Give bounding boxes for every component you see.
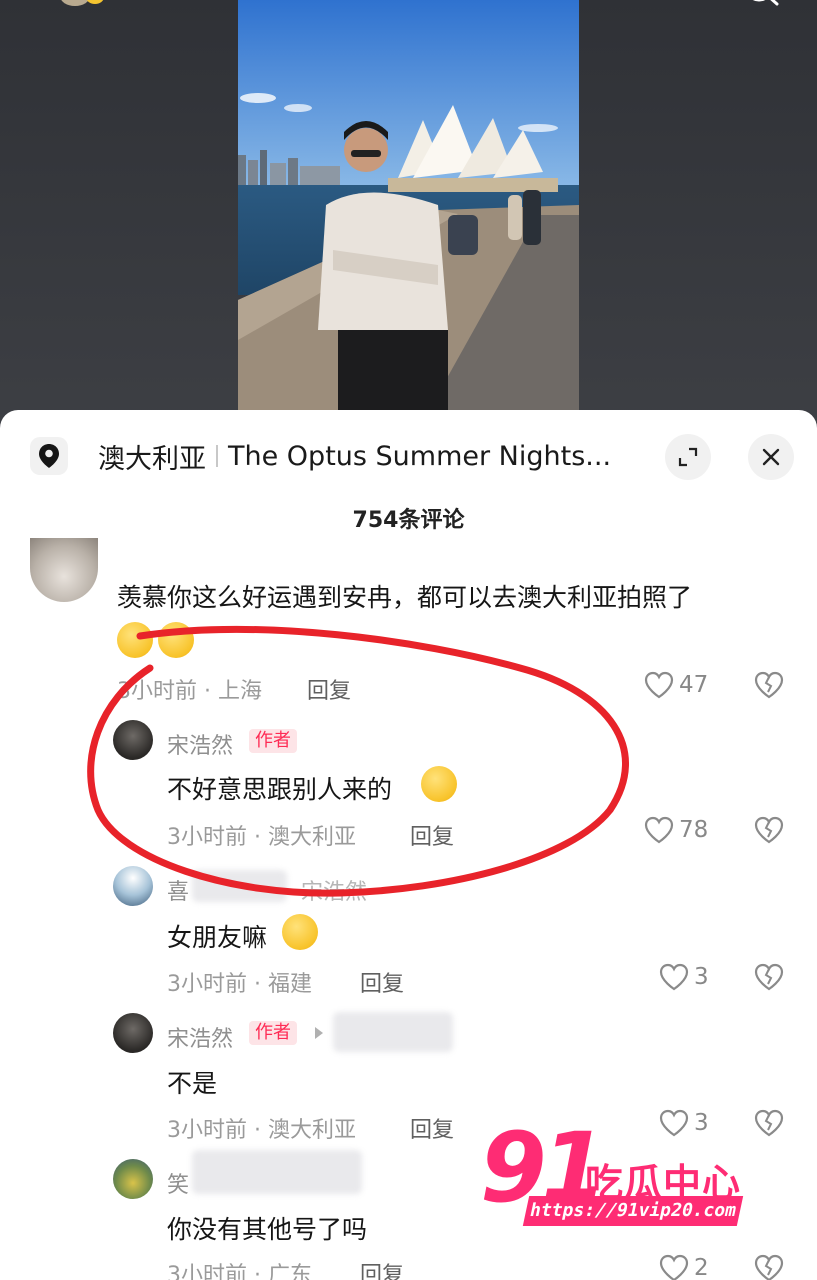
heart-icon [659,1109,689,1137]
username-partial[interactable]: 喜 [167,874,189,906]
broken-heart-icon[interactable] [753,670,785,700]
search-icon[interactable] [737,0,781,16]
blurred-username [192,870,287,902]
like-button[interactable]: 2 [658,1253,709,1280]
like-button[interactable]: 3 [658,962,709,992]
expand-button[interactable] [665,434,711,480]
close-button[interactable] [748,434,794,480]
comment-sheet: 澳大利亚 The Optus Summer Nights... 754条评论 [0,410,817,1280]
heart-icon [644,671,674,699]
location-city: 澳大利亚 [98,443,206,475]
like-count: 2 [694,1255,709,1280]
broken-heart-icon[interactable] [753,1253,785,1280]
reply-button[interactable]: 回复 [360,966,404,998]
author-badge: 作者 [249,729,297,753]
comment-meta: 3小时前 · 澳大利亚 [167,1118,356,1143]
location-separator [216,445,218,467]
comment-meta: 3小时前 · 澳大利亚 [167,825,356,850]
top-badge-icon [86,0,104,4]
comment-text: 羡慕你这么好运遇到安冉，都可以去澳大利亚拍照了 [117,583,693,612]
heart-icon [659,1254,689,1280]
like-count: 47 [679,672,709,698]
like-button[interactable]: 78 [643,815,708,845]
comment-text: 你没有其他号了吗 [167,1215,368,1244]
heart-icon [659,963,689,991]
username[interactable]: 宋浩然 [167,1021,233,1053]
broken-heart-icon[interactable] [753,962,785,992]
comment-count: 754条评论 [352,508,465,533]
heart-icon [644,816,674,844]
comment-meta: 3小时前 · 上海 [117,679,262,704]
comment-text: 不好意思跟别人来的 [167,775,393,804]
crying-emoji-icon [158,622,194,658]
like-count: 3 [694,1110,709,1136]
broken-heart-icon[interactable] [753,1108,785,1138]
post-photo[interactable] [238,0,579,430]
avatar[interactable] [113,866,153,906]
video-area [0,0,817,430]
location-pin-icon [30,437,68,475]
reply-arrow-icon [315,1027,323,1039]
blurred-username [333,1012,453,1052]
reply-button[interactable]: 回复 [410,1112,454,1144]
crying-emoji-icon [117,622,153,658]
smile-emoji-icon [421,766,457,802]
broken-heart-icon[interactable] [753,815,785,845]
like-button[interactable]: 3 [658,1108,709,1138]
like-count: 3 [694,964,709,990]
avatar[interactable] [113,720,153,760]
smirk-emoji-icon [282,914,318,950]
comment-meta: 3小时前 · 福建 [167,972,312,997]
reply-button[interactable]: 回复 [360,1257,404,1280]
watermark-url: https://91vip20.com [522,1196,744,1226]
reply-button[interactable]: 回复 [307,673,351,705]
close-icon [762,448,780,466]
reply-to-username[interactable]: 宋浩然 [301,874,367,906]
author-badge: 作者 [249,1021,297,1045]
username[interactable]: 宋浩然 [167,728,233,760]
top-avatar[interactable] [60,0,90,6]
comment-text: 不是 [167,1069,218,1098]
location-place: The Optus Summer Nights... [228,440,612,472]
reply-button[interactable]: 回复 [410,819,454,851]
blurred-username [192,1150,362,1194]
like-count: 78 [679,817,709,843]
username-partial[interactable]: 笑 [167,1167,189,1199]
like-button[interactable]: 47 [643,670,708,700]
comment-text: 女朋友嘛 [167,923,268,952]
avatar[interactable] [113,1013,153,1053]
expand-icon [678,447,698,467]
avatar[interactable] [113,1159,153,1199]
comment-meta: 3小时前 · 广东 [167,1263,312,1280]
